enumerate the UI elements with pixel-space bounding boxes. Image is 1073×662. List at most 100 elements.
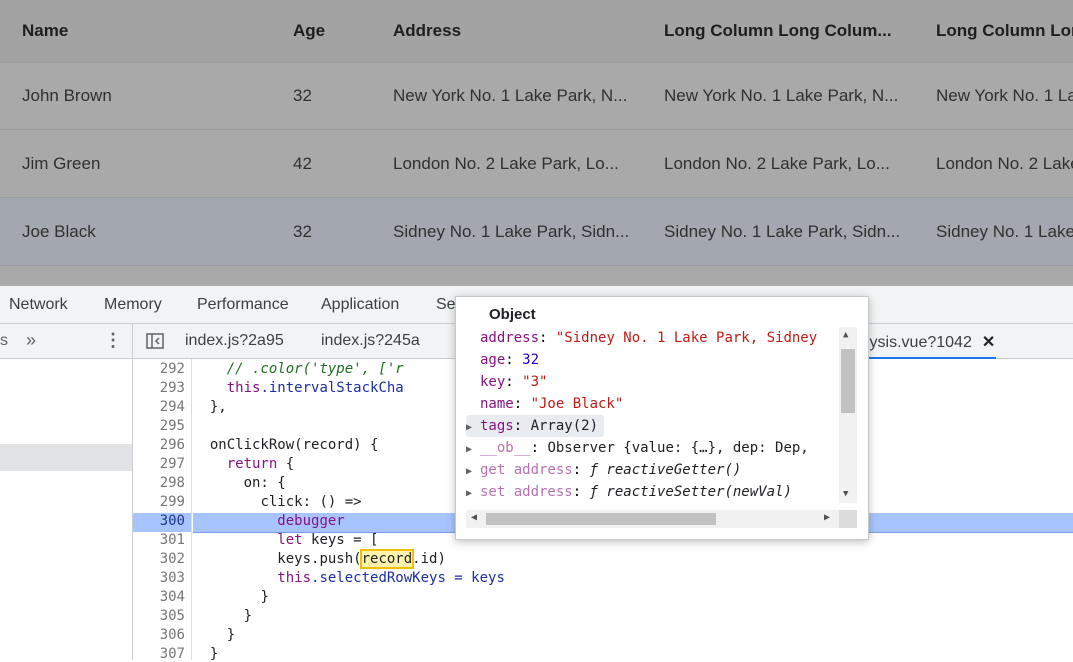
property-value: ƒ reactiveSetter(newVal): [589, 484, 792, 500]
tab-security[interactable]: Se: [436, 296, 456, 314]
code-token: .selectedRowKeys = keys: [311, 570, 505, 586]
file-tab-label: lysis.vue?1042: [866, 334, 972, 351]
property-key: name: [480, 396, 514, 412]
cell-address: New York No. 1 Lake Park, N...: [393, 85, 628, 105]
vertical-scrollbar[interactable]: ▲ ▼: [839, 327, 857, 503]
file-tab-index-2a95[interactable]: index.js?2a95: [185, 332, 284, 350]
property-tags[interactable]: ▶ tags: Array(2): [466, 415, 605, 439]
property-key: address: [480, 330, 540, 346]
expand-triangle-icon[interactable]: ▶: [466, 417, 480, 439]
cell-age: 42: [293, 153, 312, 173]
column-header-name[interactable]: Name: [22, 0, 272, 62]
line-number-current[interactable]: 300: [133, 513, 191, 532]
code-keyword: let: [277, 532, 303, 548]
vertical-scroll-thumb[interactable]: [841, 349, 855, 413]
file-navigator-pane: [0, 359, 133, 660]
horizontal-scrollbar[interactable]: ◀ ▶: [466, 510, 839, 528]
code-token: }: [243, 608, 253, 624]
scroll-down-arrow-icon[interactable]: ▼: [843, 489, 848, 499]
tab-memory[interactable]: Memory: [104, 296, 162, 314]
column-header-long-1[interactable]: Long Column Long Colum...: [664, 0, 914, 62]
horizontal-scroll-thumb[interactable]: [486, 513, 716, 525]
popover-title: Object: [489, 306, 536, 323]
table-row-selected[interactable]: Joe Black 32 Sidney No. 1 Lake Park, Sid…: [0, 198, 1073, 266]
property-key[interactable]: key: "3": [466, 371, 547, 393]
object-properties: address: "Sidney No. 1 Lake Park, Sidney…: [466, 327, 838, 507]
line-number[interactable]: 296: [160, 437, 185, 453]
file-tab-analysis-vue[interactable]: lysis.vue?1042 ✕: [866, 332, 996, 359]
toggle-navigator-icon[interactable]: [146, 333, 164, 349]
code-line: let keys = [: [193, 532, 378, 548]
line-number[interactable]: 294: [160, 399, 185, 415]
column-header-address[interactable]: Address: [393, 0, 643, 62]
code-token: keys.push(: [277, 551, 362, 567]
expand-triangle-icon[interactable]: ▶: [466, 483, 480, 505]
pane-divider: [132, 324, 133, 358]
property-value: "3": [522, 374, 548, 390]
code-token: onClickRow(: [209, 437, 303, 453]
code-line: }: [193, 608, 252, 624]
property-value: "Joe Black": [530, 396, 624, 412]
file-tab-index-245a[interactable]: index.js?245a: [321, 332, 420, 350]
line-number[interactable]: 292: [160, 361, 185, 377]
more-tabs-chevron-icon[interactable]: »: [26, 330, 36, 351]
property-address[interactable]: address: "Sidney No. 1 Lake Park, Sidney: [466, 327, 817, 349]
property-value: 32: [522, 352, 540, 368]
code-line: on: {: [193, 475, 286, 491]
column-header-age[interactable]: Age: [293, 0, 373, 62]
table-row[interactable]: John Brown 32 New York No. 1 Lake Park, …: [0, 62, 1073, 130]
line-number[interactable]: 306: [160, 627, 185, 643]
scroll-right-arrow-icon[interactable]: ▶: [824, 512, 830, 523]
column-header-long-2[interactable]: Long Column Lon: [936, 0, 1073, 62]
cell-address: London No. 2 Lake Park, Lo...: [393, 153, 619, 173]
code-comment: // .color('type', ['r: [226, 361, 404, 377]
code-token: record: [302, 437, 354, 453]
line-number[interactable]: 297: [160, 456, 185, 472]
cell-name: Joe Black: [22, 221, 96, 241]
expand-triangle-icon[interactable]: ▶: [466, 439, 480, 461]
hovered-variable-record[interactable]: record: [359, 549, 415, 569]
line-number[interactable]: 293: [160, 380, 185, 396]
line-number[interactable]: 303: [160, 570, 185, 586]
code-line: click: () =>: [193, 494, 361, 510]
cell-age: 32: [293, 221, 312, 241]
line-number[interactable]: 301: [160, 532, 185, 548]
tab-network[interactable]: Network: [9, 296, 68, 314]
line-number[interactable]: 304: [160, 589, 185, 605]
object-preview-popover[interactable]: Object address: "Sidney No. 1 Lake Park,…: [455, 296, 869, 540]
cell-long-1: New York No. 1 Lake Park, N...: [664, 85, 899, 105]
code-line: onClickRow(record) {: [193, 437, 379, 453]
property-ob[interactable]: ▶ __ob__: Observer {value: {…}, dep: Dep,: [466, 437, 809, 459]
property-age[interactable]: age: 32: [466, 349, 539, 371]
property-name[interactable]: name: "Joe Black": [466, 393, 623, 415]
code-line: }: [193, 589, 268, 605]
close-icon[interactable]: ✕: [982, 334, 995, 351]
scroll-up-arrow-icon[interactable]: ▲: [843, 330, 848, 340]
property-value: Array(2): [530, 418, 599, 434]
kebab-menu-icon[interactable]: ⋮: [104, 330, 122, 351]
cell-long-1: London No. 2 Lake Park, Lo...: [664, 153, 890, 173]
scroll-left-arrow-icon[interactable]: ◀: [471, 512, 477, 523]
navigator-selected-item[interactable]: [0, 444, 132, 471]
line-number[interactable]: 299: [160, 494, 185, 510]
table-row[interactable]: Jim Green 42 London No. 2 Lake Park, Lo.…: [0, 130, 1073, 198]
code-token: .intervalStackCha: [260, 380, 404, 396]
property-key: set address: [480, 484, 573, 500]
truncated-label: s: [0, 332, 8, 349]
property-key: tags: [480, 418, 514, 434]
property-key: __ob__: [480, 440, 531, 456]
expand-triangle-icon[interactable]: ▶: [466, 461, 480, 483]
line-number[interactable]: 302: [160, 551, 185, 567]
table-header: Name Age Address Long Column Long Colum.…: [0, 0, 1073, 63]
code-line: keys.push(record.id): [193, 549, 446, 569]
property-get-address[interactable]: ▶ get address: ƒ reactiveGetter(): [466, 459, 741, 481]
cell-address: Sidney No. 1 Lake Park, Sidn...: [393, 221, 630, 241]
line-number[interactable]: 298: [160, 475, 185, 491]
tab-application[interactable]: Application: [321, 296, 399, 314]
cell-long-2: Sidney No. 1 Lake: [936, 221, 1073, 241]
line-number[interactable]: 295: [160, 418, 185, 434]
line-number[interactable]: 305: [160, 608, 185, 624]
property-set-address[interactable]: ▶ set address: ƒ reactiveSetter(newVal): [466, 481, 792, 503]
tab-performance[interactable]: Performance: [197, 296, 289, 314]
cell-long-2: New York No. 1 La: [936, 85, 1073, 105]
